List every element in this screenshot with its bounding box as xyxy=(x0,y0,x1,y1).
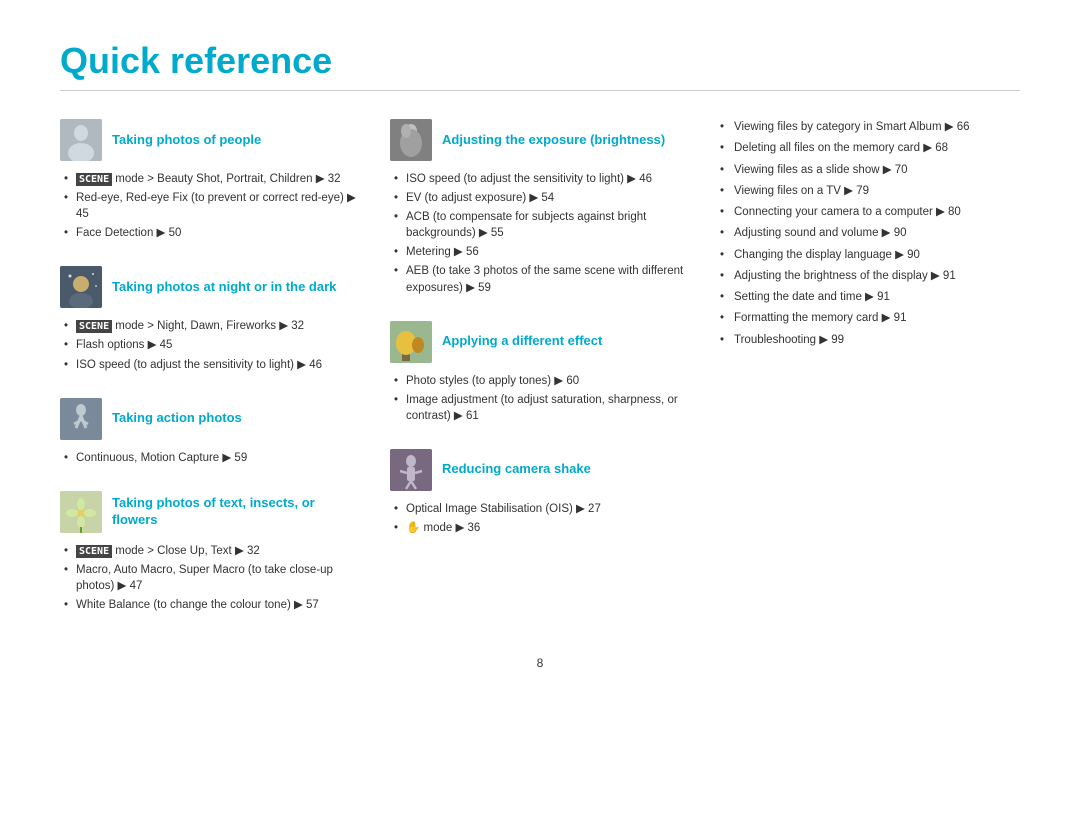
list-item: Formatting the memory card ▶ 91 xyxy=(720,310,1020,327)
section-text-insects: Taking photos of text, insects, or flowe… xyxy=(60,491,360,616)
section-action-header: Taking action photos xyxy=(60,398,360,440)
icon-effect xyxy=(390,321,432,363)
page-number: 8 xyxy=(60,656,1020,670)
list-item: ISO speed (to adjust the sensitivity to … xyxy=(394,171,690,187)
section-text-insects-title: Taking photos of text, insects, or flowe… xyxy=(112,495,360,529)
section-action-title: Taking action photos xyxy=(112,410,242,427)
icon-people xyxy=(60,119,102,161)
list-item: Adjusting sound and volume ▶ 90 xyxy=(720,225,1020,242)
column-2: Adjusting the exposure (brightness) ISO … xyxy=(390,119,690,616)
icon-action xyxy=(60,398,102,440)
list-item: Face Detection ▶ 50 xyxy=(64,225,360,241)
section-people-title: Taking photos of people xyxy=(112,132,261,149)
icon-flowers xyxy=(60,491,102,533)
list-item: Metering ▶ 56 xyxy=(394,244,690,260)
section-effect-header: Applying a different effect xyxy=(390,321,690,363)
list-item: Continuous, Motion Capture ▶ 59 xyxy=(64,450,360,466)
list-item: SCENE mode > Night, Dawn, Fireworks ▶ 32 xyxy=(64,318,360,334)
list-item: Deleting all files on the memory card ▶ … xyxy=(720,140,1020,157)
section-night-title: Taking photos at night or in the dark xyxy=(112,279,336,296)
column-3: Viewing files by category in Smart Album… xyxy=(720,119,1020,616)
list-item: Viewing files by category in Smart Album… xyxy=(720,119,1020,136)
section-reduce-header: Reducing camera shake xyxy=(390,449,690,491)
right-col-list: Viewing files by category in Smart Album… xyxy=(720,119,1020,353)
section-exposure-header: Adjusting the exposure (brightness) xyxy=(390,119,690,161)
column-1: Taking photos of people SCENE mode > Bea… xyxy=(60,119,360,616)
list-item: White Balance (to change the colour tone… xyxy=(64,597,360,613)
section-reduce: Reducing camera shake Optical Image Stab… xyxy=(390,449,690,539)
section-action: Taking action photos Continuous, Motion … xyxy=(60,398,360,469)
list-item: Adjusting the brightness of the display … xyxy=(720,268,1020,285)
section-people: Taking photos of people SCENE mode > Bea… xyxy=(60,119,360,244)
section-effect-items: Photo styles (to apply tones) ▶ 60 Image… xyxy=(390,373,690,427)
list-item: Optical Image Stabilisation (OIS) ▶ 27 xyxy=(394,501,690,517)
section-effect-title: Applying a different effect xyxy=(442,333,602,350)
list-item: Photo styles (to apply tones) ▶ 60 xyxy=(394,373,690,389)
list-item: Changing the display language ▶ 90 xyxy=(720,247,1020,264)
section-reduce-items: Optical Image Stabilisation (OIS) ▶ 27 ✋… xyxy=(390,501,690,539)
list-item: SCENE mode > Close Up, Text ▶ 32 xyxy=(64,543,360,559)
list-item: Connecting your camera to a computer ▶ 8… xyxy=(720,204,1020,221)
section-people-header: Taking photos of people xyxy=(60,119,360,161)
title-divider xyxy=(60,90,1020,91)
section-people-items: SCENE mode > Beauty Shot, Portrait, Chil… xyxy=(60,171,360,244)
list-item: AEB (to take 3 photos of the same scene … xyxy=(394,263,690,295)
list-item: Setting the date and time ▶ 91 xyxy=(720,289,1020,306)
list-item: Viewing files on a TV ▶ 79 xyxy=(720,183,1020,200)
section-text-insects-header: Taking photos of text, insects, or flowe… xyxy=(60,491,360,533)
list-item: ACB (to compensate for subjects against … xyxy=(394,209,690,241)
content-grid: Taking photos of people SCENE mode > Bea… xyxy=(60,119,1020,616)
icon-night xyxy=(60,266,102,308)
section-night: Taking photos at night or in the dark SC… xyxy=(60,266,360,375)
section-text-insects-items: SCENE mode > Close Up, Text ▶ 32 Macro, … xyxy=(60,543,360,616)
list-item: Flash options ▶ 45 xyxy=(64,337,360,353)
section-exposure-title: Adjusting the exposure (brightness) xyxy=(442,132,665,149)
list-item: SCENE mode > Beauty Shot, Portrait, Chil… xyxy=(64,171,360,187)
list-item: EV (to adjust exposure) ▶ 54 xyxy=(394,190,690,206)
list-item: Red-eye, Red-eye Fix (to prevent or corr… xyxy=(64,190,360,222)
list-item: Viewing files as a slide show ▶ 70 xyxy=(720,162,1020,179)
list-item: Macro, Auto Macro, Super Macro (to take … xyxy=(64,562,360,594)
list-item: ✋ mode ▶ 36 xyxy=(394,520,690,536)
section-night-header: Taking photos at night or in the dark xyxy=(60,266,360,308)
list-item: Troubleshooting ▶ 99 xyxy=(720,332,1020,349)
section-effect: Applying a different effect Photo styles… xyxy=(390,321,690,427)
page-title: Quick reference xyxy=(60,40,1020,82)
icon-reduce xyxy=(390,449,432,491)
section-reduce-title: Reducing camera shake xyxy=(442,461,591,478)
icon-exposure xyxy=(390,119,432,161)
list-item: Image adjustment (to adjust saturation, … xyxy=(394,392,690,424)
section-night-items: SCENE mode > Night, Dawn, Fireworks ▶ 32… xyxy=(60,318,360,375)
list-item: ISO speed (to adjust the sensitivity to … xyxy=(64,357,360,373)
section-action-items: Continuous, Motion Capture ▶ 59 xyxy=(60,450,360,469)
section-exposure-items: ISO speed (to adjust the sensitivity to … xyxy=(390,171,690,299)
section-exposure: Adjusting the exposure (brightness) ISO … xyxy=(390,119,690,299)
